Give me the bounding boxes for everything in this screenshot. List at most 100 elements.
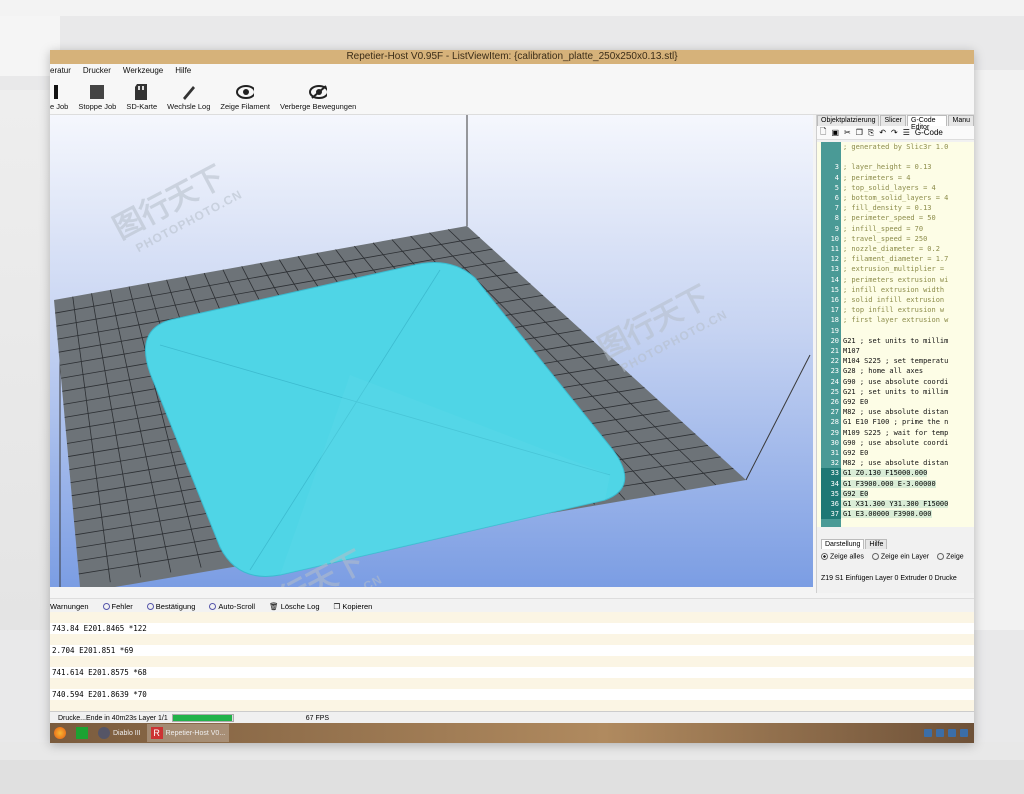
code-line[interactable]: 26 G92 E0 bbox=[821, 397, 868, 408]
code-text: G1 F3900.000 E-3.00000 bbox=[841, 479, 936, 488]
switch-log-button[interactable]: Wechsle Log bbox=[167, 84, 210, 111]
log-filter-errors[interactable]: Fehler bbox=[102, 602, 133, 611]
radio-icon bbox=[937, 553, 945, 560]
code-line[interactable]: 28 G1 E10 F100 ; prime the n bbox=[821, 417, 948, 428]
copy-icon[interactable]: ❐ bbox=[856, 128, 863, 137]
diablo-icon bbox=[98, 727, 110, 739]
code-line[interactable]: 16; solid infill extrusion bbox=[821, 295, 944, 306]
tab-gcode-editor[interactable]: G-Code Editor bbox=[907, 115, 948, 131]
copy-log-button[interactable]: ❐ Kopieren bbox=[334, 602, 373, 611]
taskbar-firefox[interactable] bbox=[50, 724, 70, 742]
code-line[interactable]: 35 G92 E0 bbox=[821, 488, 869, 499]
line-number: 17 bbox=[821, 305, 841, 316]
radio-icon bbox=[871, 553, 879, 560]
tab-display[interactable]: Darstellung bbox=[821, 539, 865, 549]
tray-icon[interactable] bbox=[924, 729, 932, 737]
copy-icon: ❐ bbox=[333, 601, 341, 611]
code-line[interactable]: 6; bottom_solid_layers = 4 bbox=[821, 193, 948, 204]
paste-icon[interactable]: ⎘ bbox=[868, 128, 874, 138]
code-line[interactable]: 5; top_solid_layers = 4 bbox=[821, 182, 936, 193]
radio-show-layer[interactable]: Zeige ein Layer bbox=[871, 553, 929, 560]
code-line[interactable]: 15; infill extrusion width bbox=[821, 284, 944, 295]
code-line[interactable]: 17; top infill extrusion w bbox=[821, 305, 944, 316]
gcode-editor[interactable]: ; generated by Slic3r 1.0 3; layer_height… bbox=[817, 142, 974, 527]
code-text: M82 ; use absolute distan bbox=[843, 408, 949, 417]
code-line[interactable]: 13; extrusion_multiplier = bbox=[821, 264, 945, 275]
code-line[interactable]: 11; nozzle_diameter = 0.2 bbox=[821, 244, 940, 255]
redo-icon[interactable]: ↷ bbox=[891, 128, 898, 137]
editor-mode-icon: ☰ bbox=[902, 128, 910, 137]
code-line[interactable]: 29 M109 S225 ; wait for temp bbox=[821, 427, 948, 438]
code-line[interactable]: 30 G90 ; use absolute coordi bbox=[821, 437, 948, 448]
code-line[interactable]: 25 G21 ; set units to millim bbox=[821, 386, 948, 397]
tab-help[interactable]: Hilfe bbox=[865, 539, 888, 549]
code-line[interactable]: 4; perimeters = 4 bbox=[821, 172, 910, 183]
log-auto-scroll[interactable]: Auto-Scroll bbox=[209, 602, 255, 611]
code-text: ; extrusion_multiplier = bbox=[843, 265, 945, 274]
sd-card-button[interactable]: SD-Karte bbox=[126, 84, 157, 111]
taskbar-repetier[interactable]: R Repetier-Host V0... bbox=[146, 724, 230, 742]
cut-icon[interactable]: ✂ bbox=[844, 128, 851, 137]
undo-icon[interactable]: ↶ bbox=[879, 128, 886, 137]
code-text: ; perimeters extrusion wi bbox=[843, 275, 949, 284]
code-line[interactable]: 20 G21 ; set units to millim bbox=[821, 335, 948, 346]
code-line[interactable]: 23 G28 ; home all axes bbox=[821, 366, 923, 377]
tray-icon[interactable] bbox=[948, 729, 956, 737]
save-icon[interactable]: ▣ bbox=[831, 128, 839, 137]
line-number: 21 bbox=[821, 346, 841, 357]
code-line[interactable]: 10; travel_speed = 250 bbox=[821, 233, 927, 244]
tab-object-placement[interactable]: Objektplatzierung bbox=[817, 115, 880, 126]
menu-item[interactable]: Hilfe bbox=[175, 64, 191, 77]
code-line[interactable]: 7; fill_density = 0.13 bbox=[821, 203, 932, 214]
log-output[interactable]: 743.84 E201.8465 *122 2.704 E201.851 *69 7… bbox=[50, 612, 974, 711]
code-line[interactable]: ; generated by Slic3r 1.0 bbox=[821, 142, 948, 152]
3d-viewport[interactable]: 图行天下 PHOTOPHOTO.CN 图行天下 PHOTOPHOTO.CN 图行… bbox=[50, 115, 813, 587]
code-text: G1 Z0.130 F15000.000 bbox=[841, 469, 928, 478]
taskbar-store[interactable] bbox=[72, 724, 92, 742]
line-number: 3 bbox=[821, 162, 841, 173]
code-line[interactable]: 31 G92 E0 bbox=[821, 448, 868, 459]
hide-moves-button[interactable]: Verberge Bewegungen bbox=[280, 84, 356, 111]
tray-icon[interactable] bbox=[936, 729, 944, 737]
code-line[interactable]: 14; perimeters extrusion wi bbox=[821, 274, 949, 285]
show-filament-button[interactable]: Zeige Filament bbox=[220, 84, 270, 111]
stop-job-button[interactable]: Stoppe Job bbox=[78, 84, 116, 111]
line-number: 37 bbox=[821, 509, 841, 520]
code-line[interactable] bbox=[821, 152, 843, 162]
code-line[interactable]: 36 G1 X31.300 Y31.300 F15000 bbox=[821, 499, 949, 510]
line-number: 9 bbox=[821, 223, 841, 234]
radio-show[interactable]: Zeige bbox=[937, 553, 964, 560]
code-line[interactable]: 32 M82 ; use absolute distan bbox=[821, 458, 948, 469]
radio-show-all[interactable]: Zeige alles bbox=[821, 553, 864, 560]
code-line[interactable]: 24 G90 ; use absolute coordi bbox=[821, 376, 948, 387]
code-line[interactable]: 3; layer_height = 0.13 bbox=[821, 162, 932, 173]
tray-icon[interactable] bbox=[960, 729, 968, 737]
code-line[interactable]: 22 M104 S225 ; set temperatu bbox=[821, 356, 948, 367]
code-line[interactable]: 8; perimeter_speed = 50 bbox=[821, 213, 936, 224]
code-line[interactable]: 18; first layer extrusion w bbox=[821, 315, 948, 326]
radio-icon bbox=[209, 603, 217, 611]
code-line[interactable]: 27 M82 ; use absolute distan bbox=[821, 407, 949, 418]
code-line[interactable]: 21 M107 bbox=[821, 346, 860, 357]
new-icon[interactable]: 🗋 bbox=[820, 126, 826, 140]
line-number: 29 bbox=[821, 427, 841, 438]
tab-slicer[interactable]: Slicer bbox=[880, 115, 906, 126]
code-line[interactable]: 37 G1 E3.00000 F3900.000 bbox=[821, 509, 932, 520]
code-line[interactable]: 34 G1 F3900.000 E-3.00000 bbox=[821, 478, 936, 489]
log-filter-warnings[interactable]: Warnungen bbox=[50, 602, 89, 611]
editor-toolbar: 🗋 ▣ ✂ ❐ ⎘ ↶ ↷ ☰ G-Code bbox=[817, 126, 974, 140]
code-line[interactable]: 33 G1 Z0.130 F15000.000 bbox=[821, 468, 928, 479]
tab-manual[interactable]: Manu bbox=[948, 115, 974, 126]
menu-item[interactable]: Werkzeuge bbox=[123, 64, 163, 77]
editor-mode-select[interactable]: G-Code bbox=[915, 128, 943, 137]
taskbar-diablo[interactable]: Diablo III bbox=[94, 724, 145, 742]
kill-job-button[interactable]: e Job bbox=[50, 84, 68, 111]
code-line[interactable]: 12; filament_diameter = 1.7 bbox=[821, 254, 948, 265]
line-number: 36 bbox=[821, 499, 841, 510]
log-filter-ack[interactable]: Bestätigung bbox=[146, 602, 195, 611]
menu-item[interactable]: eratur bbox=[50, 64, 71, 77]
code-line[interactable]: 9; infill_speed = 70 bbox=[821, 223, 923, 234]
menu-item[interactable]: Drucker bbox=[83, 64, 111, 77]
clear-log-button[interactable]: 🗑 Lösche Log bbox=[269, 602, 319, 611]
code-line[interactable]: 19 bbox=[821, 325, 843, 336]
